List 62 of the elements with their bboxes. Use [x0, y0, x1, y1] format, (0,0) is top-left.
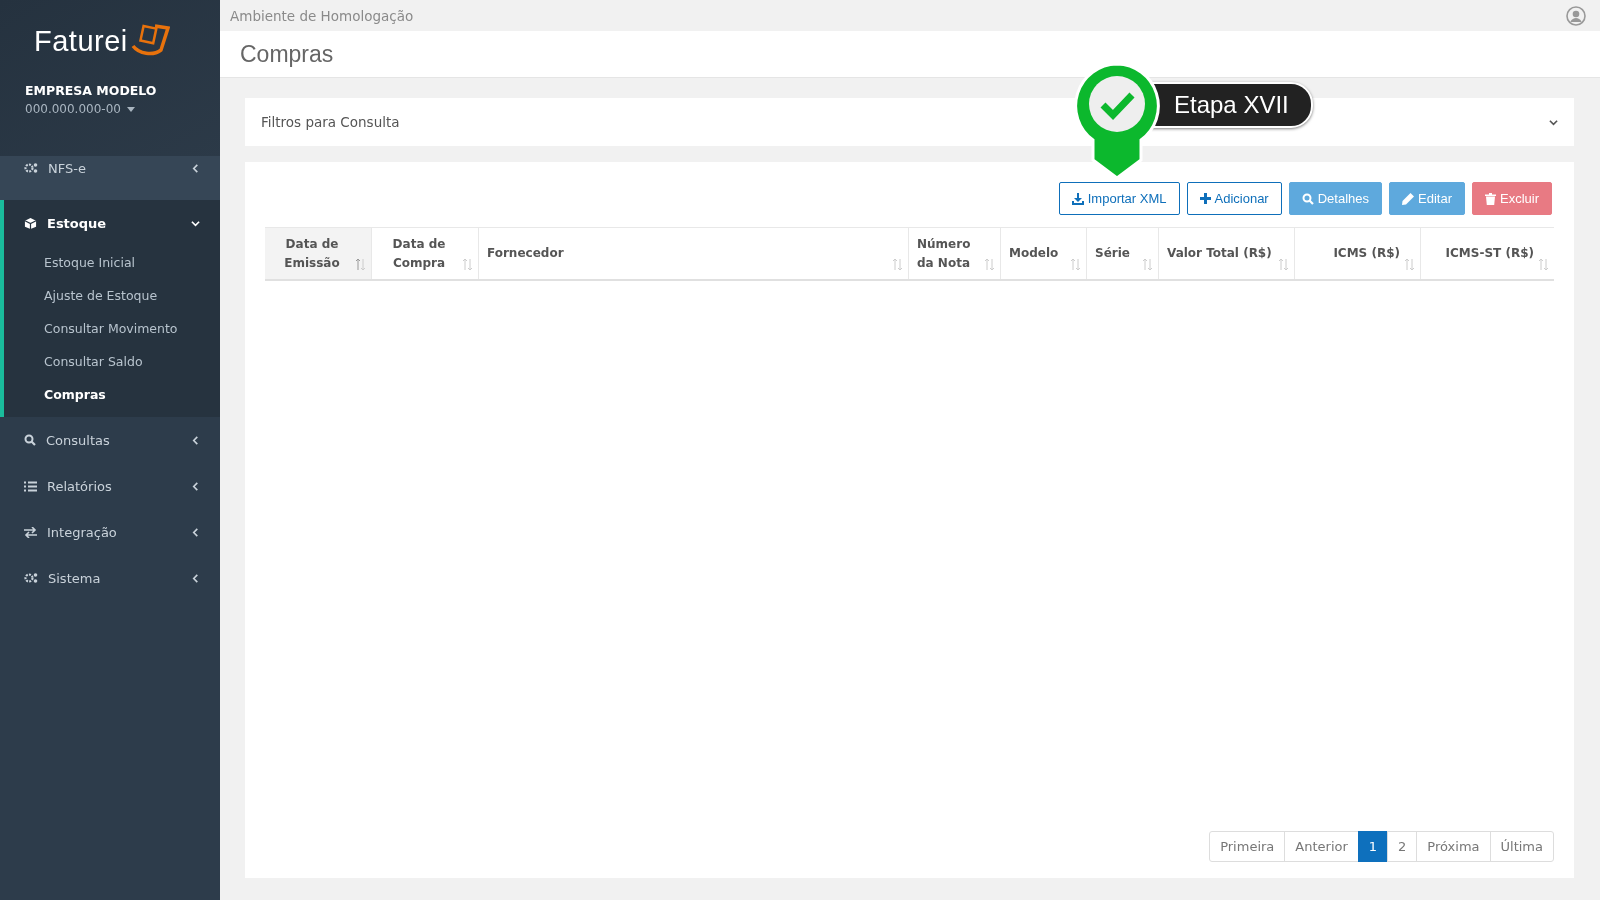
menu-item[interactable]: Estoque: [4, 200, 220, 246]
column-header[interactable]: Data de Compra: [380, 234, 458, 273]
sort-icon[interactable]: [892, 258, 903, 271]
gears-icon: [24, 572, 38, 584]
action-button[interactable]: Importar XML: [1058, 182, 1180, 215]
submenu-item[interactable]: Consultar Saldo: [4, 345, 220, 378]
menu-item[interactable]: Relatórios: [0, 463, 220, 509]
column-header[interactable]: ICMS (R$): [1303, 244, 1400, 263]
cube-icon: [24, 216, 37, 230]
chevron-icon: [191, 527, 200, 537]
menu-item[interactable]: Consultas: [0, 417, 220, 463]
sort-icon[interactable]: [1404, 258, 1415, 271]
column-header[interactable]: Fornecedor: [487, 244, 888, 263]
page-link[interactable]: 1: [1357, 831, 1389, 862]
list-icon: [24, 480, 37, 492]
menu-item[interactable]: Sistema: [0, 555, 220, 601]
menu-item[interactable]: NFS-e: [0, 156, 220, 200]
page-link[interactable]: Última: [1489, 831, 1554, 862]
sort-icon[interactable]: [1070, 258, 1081, 271]
page-link[interactable]: Primeira: [1209, 831, 1286, 862]
brand-logo: Faturei: [34, 24, 128, 58]
sort-icon[interactable]: [1538, 258, 1549, 271]
company-document: 000.000.000-00: [25, 102, 121, 116]
search-icon: [1301, 192, 1314, 205]
column-header[interactable]: Número da Nota: [917, 234, 980, 273]
column-header[interactable]: Valor Total (R$): [1167, 244, 1274, 263]
menu-item[interactable]: Integração: [0, 509, 220, 555]
submenu-item[interactable]: Compras: [4, 378, 220, 411]
submenu-item[interactable]: Consultar Movimento: [4, 312, 220, 345]
action-button[interactable]: Adicionar: [1186, 182, 1282, 215]
chevron-icon: [1549, 117, 1558, 127]
filter-panel-title[interactable]: Filtros para Consulta: [261, 114, 400, 130]
sort-icon[interactable]: [462, 258, 473, 271]
logo-icon: [129, 24, 170, 58]
search-icon: [24, 434, 36, 446]
column-header[interactable]: ICMS-ST (R$): [1429, 244, 1534, 263]
exchange-icon: [24, 526, 37, 538]
sort-icon[interactable]: [1142, 258, 1153, 271]
page-link[interactable]: 2: [1387, 831, 1418, 862]
column-header[interactable]: Série: [1095, 244, 1138, 263]
submenu-item[interactable]: Ajuste de Estoque: [4, 279, 220, 312]
user-avatar-icon[interactable]: [1566, 5, 1586, 26]
page-link[interactable]: Próxima: [1416, 831, 1491, 862]
sort-icon[interactable]: [1278, 258, 1289, 271]
column-header[interactable]: Modelo: [1009, 244, 1066, 263]
environment-label: Ambiente de Homologação: [230, 7, 414, 24]
chevron-icon: [191, 218, 200, 228]
submenu-item[interactable]: Estoque Inicial: [4, 246, 220, 279]
pencil-icon: [1402, 192, 1414, 205]
chevron-icon: [191, 163, 200, 173]
chevron-icon: [191, 573, 200, 583]
sort-icon[interactable]: [984, 258, 995, 271]
chevron-icon: [191, 481, 200, 491]
gears-icon: [24, 162, 38, 174]
download-icon: [1071, 192, 1084, 205]
plus-icon: [1199, 193, 1211, 204]
chevron-icon: [191, 435, 200, 445]
sort-icon[interactable]: [355, 258, 366, 271]
company-name: EMPRESA MODELO: [25, 83, 157, 98]
page-title: Compras: [240, 40, 334, 68]
caret-icon[interactable]: [126, 106, 135, 112]
trash-icon: [1485, 192, 1496, 205]
